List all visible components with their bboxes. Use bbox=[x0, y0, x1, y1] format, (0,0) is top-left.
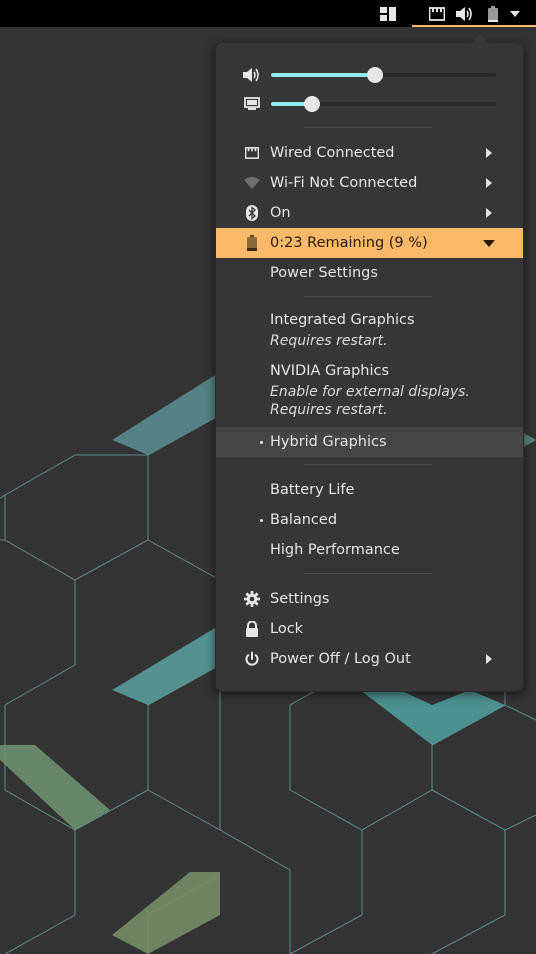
network-wired-icon[interactable] bbox=[427, 0, 447, 27]
volume-slider-fill bbox=[271, 73, 375, 77]
volume-row bbox=[216, 60, 523, 90]
brightness-row bbox=[216, 89, 523, 119]
high-performance-profile-item[interactable]: High Performance bbox=[216, 535, 523, 565]
chevron-down-icon[interactable] bbox=[507, 0, 523, 27]
separator bbox=[304, 464, 432, 465]
battery-life-profile-item[interactable]: Battery Life bbox=[216, 475, 523, 505]
balanced-label: Balanced bbox=[270, 512, 338, 528]
brightness-slider[interactable] bbox=[271, 96, 496, 112]
battery-life-label: Battery Life bbox=[270, 482, 355, 498]
integrated-graphics-item[interactable]: Integrated Graphics Requires restart. bbox=[216, 307, 523, 351]
nvidia-graphics-note-1: Enable for external displays. bbox=[270, 384, 470, 400]
separator bbox=[304, 573, 432, 574]
bluetooth-label: On bbox=[270, 205, 291, 221]
power-settings-label: Power Settings bbox=[270, 265, 378, 281]
battery-icon[interactable] bbox=[484, 0, 502, 27]
power-off-item[interactable]: Power Off / Log Out bbox=[216, 644, 523, 674]
settings-label: Settings bbox=[270, 591, 330, 607]
volume-icon[interactable] bbox=[454, 0, 476, 27]
separator bbox=[304, 127, 432, 128]
high-performance-label: High Performance bbox=[270, 542, 400, 558]
workspaces-icon[interactable] bbox=[378, 0, 398, 27]
power-icon bbox=[243, 650, 261, 668]
nvidia-graphics-item[interactable]: NVIDIA Graphics Enable for external disp… bbox=[216, 358, 523, 422]
lock-label: Lock bbox=[270, 621, 304, 637]
wifi-network-item[interactable]: Wi-Fi Not Connected bbox=[216, 168, 523, 198]
volume-slider-knob[interactable] bbox=[366, 67, 383, 83]
active-indicator-underline bbox=[412, 25, 536, 27]
volume-slider[interactable] bbox=[271, 67, 496, 83]
selected-bullet-icon bbox=[260, 441, 263, 444]
chevron-right-icon bbox=[486, 148, 492, 158]
settings-item[interactable]: Settings bbox=[216, 584, 523, 614]
volume-icon bbox=[243, 66, 261, 84]
power-off-label: Power Off / Log Out bbox=[270, 651, 411, 667]
network-wired-icon bbox=[243, 144, 261, 162]
battery-status-label: 0:23 Remaining (9 %) bbox=[270, 235, 428, 251]
brightness-slider-knob[interactable] bbox=[303, 96, 320, 112]
gear-icon bbox=[243, 590, 261, 608]
lock-item[interactable]: Lock bbox=[216, 614, 523, 644]
power-settings-item[interactable]: Power Settings bbox=[216, 258, 523, 288]
wifi-network-label: Wi-Fi Not Connected bbox=[270, 175, 418, 191]
wired-network-label: Wired Connected bbox=[270, 145, 395, 161]
integrated-graphics-label: Integrated Graphics bbox=[270, 312, 415, 328]
battery-item[interactable]: 0:23 Remaining (9 %) bbox=[216, 228, 523, 258]
hybrid-graphics-label: Hybrid Graphics bbox=[270, 434, 387, 450]
wired-network-item[interactable]: Wired Connected bbox=[216, 138, 523, 168]
system-menu: Wired Connected Wi-Fi Not Connected On 0… bbox=[215, 34, 524, 692]
bluetooth-icon bbox=[243, 204, 261, 222]
display-brightness-icon bbox=[243, 95, 261, 113]
separator bbox=[304, 296, 432, 297]
selected-bullet-icon bbox=[260, 519, 263, 522]
chevron-right-icon bbox=[486, 208, 492, 218]
lock-icon bbox=[243, 620, 261, 638]
nvidia-graphics-note-2: Requires restart. bbox=[270, 402, 388, 418]
hybrid-graphics-item[interactable]: Hybrid Graphics bbox=[216, 427, 523, 457]
chevron-right-icon bbox=[486, 654, 492, 664]
chevron-down-icon bbox=[483, 240, 495, 247]
integrated-graphics-note: Requires restart. bbox=[270, 333, 388, 349]
top-panel bbox=[0, 0, 536, 27]
bluetooth-item[interactable]: On bbox=[216, 198, 523, 228]
chevron-right-icon bbox=[486, 178, 492, 188]
nvidia-graphics-label: NVIDIA Graphics bbox=[270, 363, 390, 379]
wifi-icon bbox=[243, 174, 261, 192]
battery-icon bbox=[243, 234, 261, 252]
balanced-profile-item[interactable]: Balanced bbox=[216, 505, 523, 535]
